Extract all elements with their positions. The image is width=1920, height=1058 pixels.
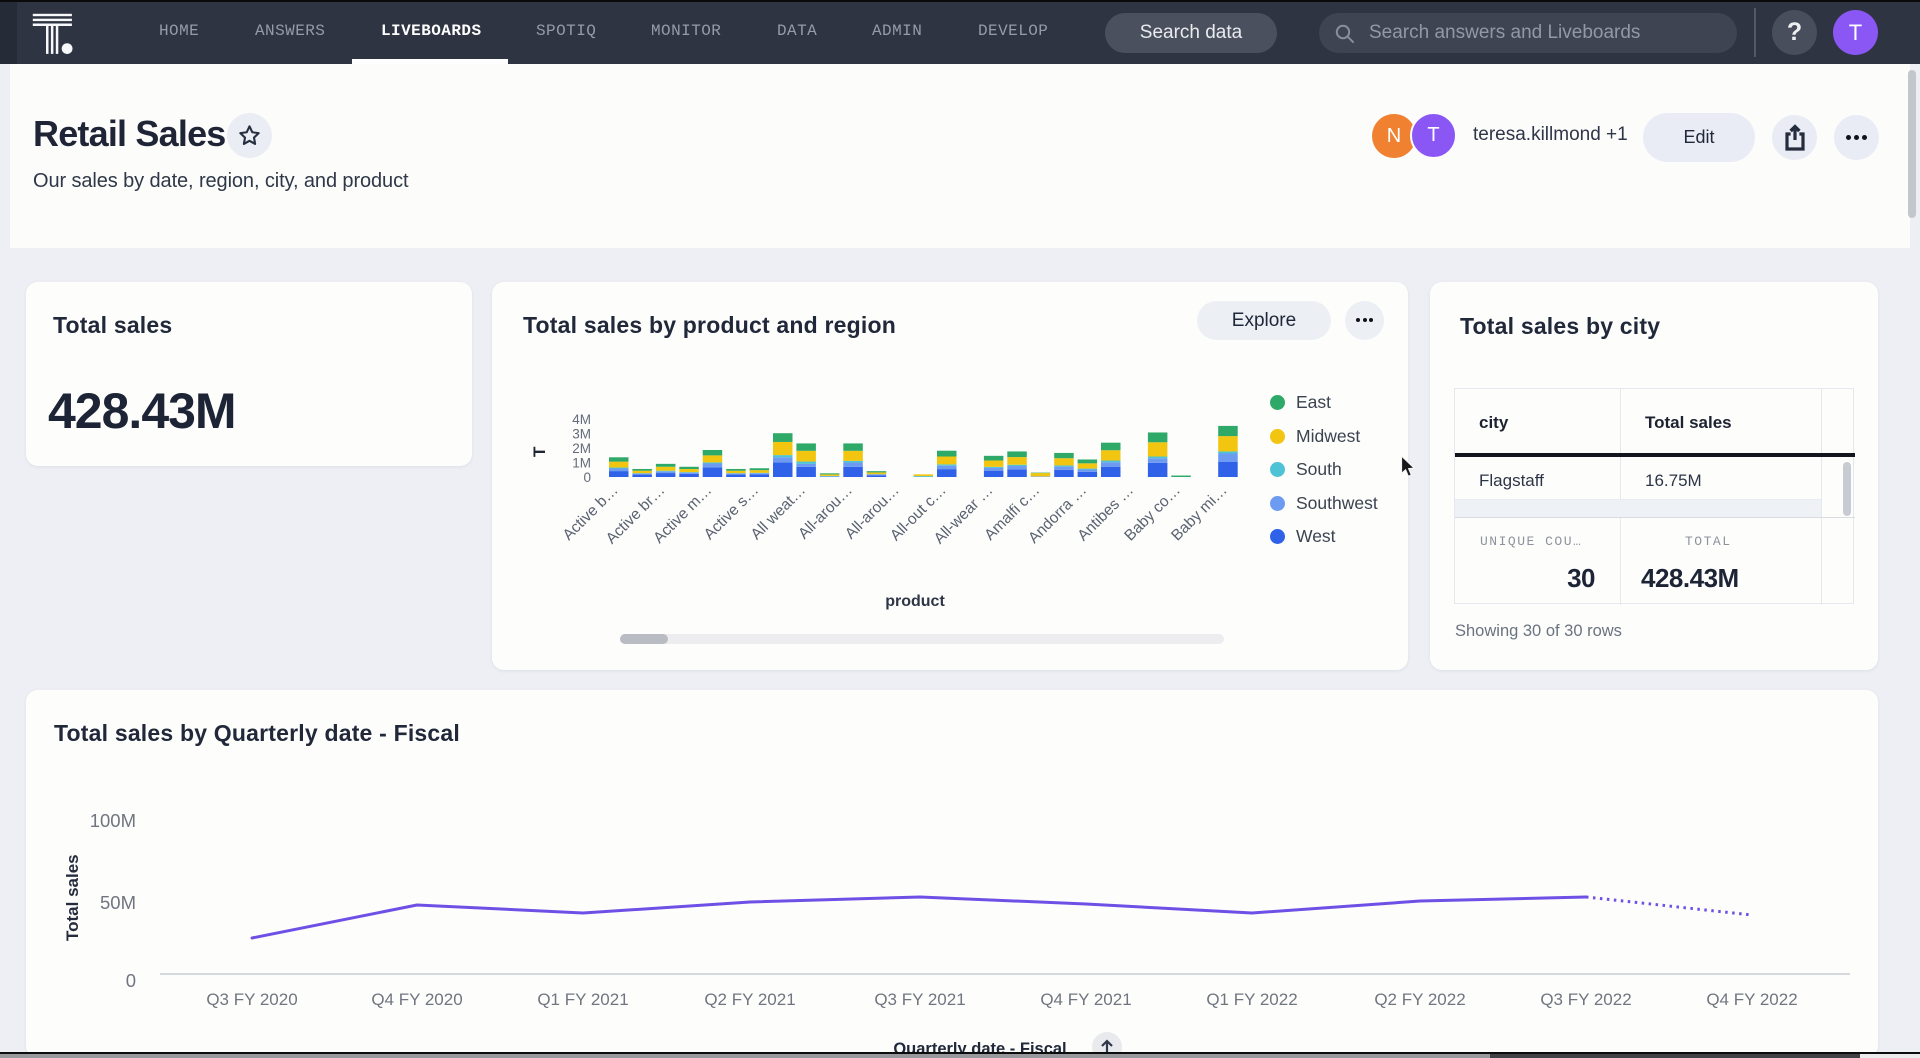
svg-text:Q1 FY 2022: Q1 FY 2022 (1206, 990, 1297, 1009)
svg-text:4M: 4M (572, 412, 591, 427)
svg-text:100M: 100M (90, 810, 136, 831)
svg-text:Q3 FY 2020: Q3 FY 2020 (206, 990, 297, 1009)
svg-text:Q2 FY 2021: Q2 FY 2021 (704, 990, 795, 1009)
svg-text:Q3 FY 2021: Q3 FY 2021 (874, 990, 965, 1009)
svg-text:Q2 FY 2022: Q2 FY 2022 (1374, 990, 1465, 1009)
svg-text:Q4 FY 2022: Q4 FY 2022 (1706, 990, 1797, 1009)
svg-text:Total sales: Total sales (63, 854, 82, 941)
svg-text:T: T (530, 446, 549, 457)
svg-text:Q1 FY 2021: Q1 FY 2021 (537, 990, 628, 1009)
svg-text:Q4 FY 2021: Q4 FY 2021 (1040, 990, 1131, 1009)
svg-text:2M: 2M (572, 441, 591, 456)
svg-text:0: 0 (126, 970, 136, 991)
svg-text:Q3 FY 2022: Q3 FY 2022 (1540, 990, 1631, 1009)
svg-text:1M: 1M (572, 456, 591, 471)
svg-text:Q4 FY 2020: Q4 FY 2020 (371, 990, 462, 1009)
svg-text:50M: 50M (100, 892, 136, 913)
svg-text:0: 0 (583, 470, 591, 485)
svg-text:3M: 3M (572, 427, 591, 442)
svg-text:product: product (885, 593, 945, 610)
